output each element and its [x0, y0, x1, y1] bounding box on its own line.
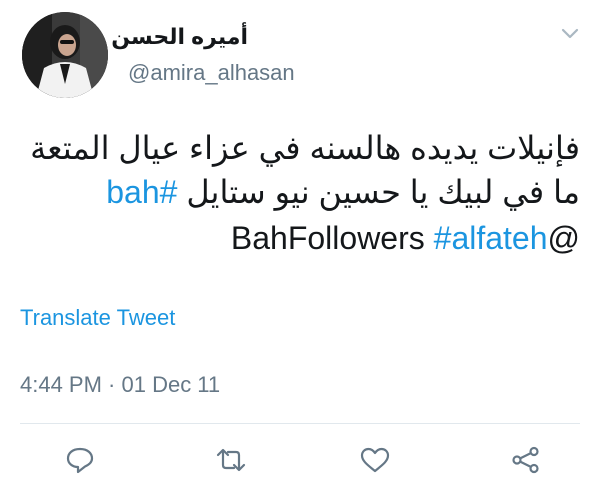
- heart-icon[interactable]: [359, 446, 391, 474]
- hashtag-link-bah[interactable]: #bah: [106, 174, 177, 210]
- retweet-icon[interactable]: [215, 446, 247, 474]
- avatar-photo: [22, 12, 108, 98]
- tweet-text-line-3: @BahFollowers #alfateh: [231, 218, 580, 258]
- reply-icon[interactable]: [64, 446, 96, 474]
- avatar[interactable]: [22, 12, 108, 98]
- hashtag-link-alfateh[interactable]: #alfateh: [434, 220, 548, 256]
- translate-tweet-link[interactable]: Translate Tweet: [20, 305, 175, 331]
- tweet-text-line-1: فإنيلات يديده هالسنه في عزاء عيال المتعة: [30, 130, 580, 166]
- tweet-text: ما في لبيك يا حسين نيو ستايل: [177, 174, 580, 210]
- user-handle[interactable]: @amira_alhasan: [128, 60, 295, 86]
- divider: [20, 423, 580, 424]
- tweet-timestamp: 4:44 PM · 01 Dec 11: [20, 372, 221, 397]
- share-icon[interactable]: [510, 446, 542, 474]
- display-name[interactable]: أميره الحسن: [111, 24, 248, 50]
- tweet-text-line-2: ما في لبيك يا حسين نيو ستايل #bah: [106, 172, 580, 212]
- chevron-down-icon[interactable]: [560, 26, 580, 40]
